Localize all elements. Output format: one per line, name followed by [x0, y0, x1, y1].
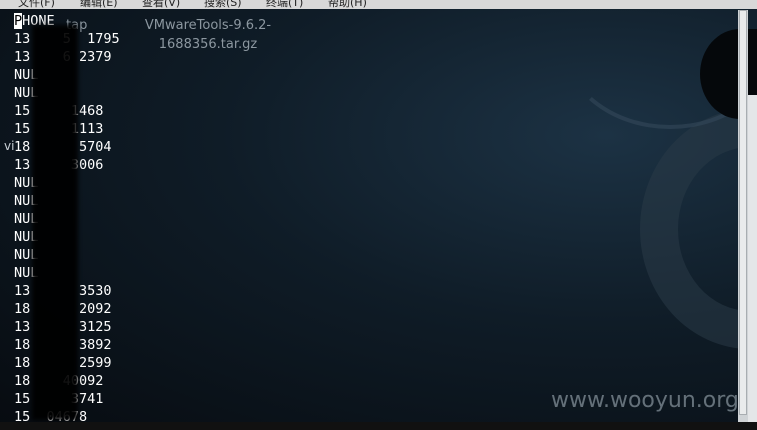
status-strip — [0, 422, 757, 430]
menu-terminal[interactable]: 终端(T) — [266, 0, 303, 9]
desktop-icon-vmwaretools[interactable]: VMwareTools-9.6.2- 1688356.tar.gz — [138, 18, 278, 52]
cursor: P — [14, 13, 23, 29]
menu-view[interactable]: 查看(V) — [142, 0, 180, 9]
redaction-blur — [32, 25, 78, 420]
desktop-left-fragment: vi — [4, 139, 15, 153]
menu-search[interactable]: 搜索(S) — [204, 0, 242, 9]
menubar: 文件(F) 编辑(E) 查看(V) 搜索(S) 终端(T) 帮助(H) — [0, 0, 757, 9]
watermark: www.wooyun.org — [551, 388, 739, 413]
menu-edit[interactable]: 编辑(E) — [80, 0, 118, 9]
menu-file[interactable]: 文件(F) — [18, 0, 55, 9]
desktop-icon-label-line2: 1688356.tar.gz — [158, 37, 258, 52]
menu-help[interactable]: 帮助(H) — [328, 0, 367, 9]
window-right-edge — [748, 95, 757, 430]
desktop-icon-label-line1: VMwareTools-9.6.2- — [144, 18, 272, 33]
scrollbar-thumb[interactable] — [739, 10, 747, 415]
